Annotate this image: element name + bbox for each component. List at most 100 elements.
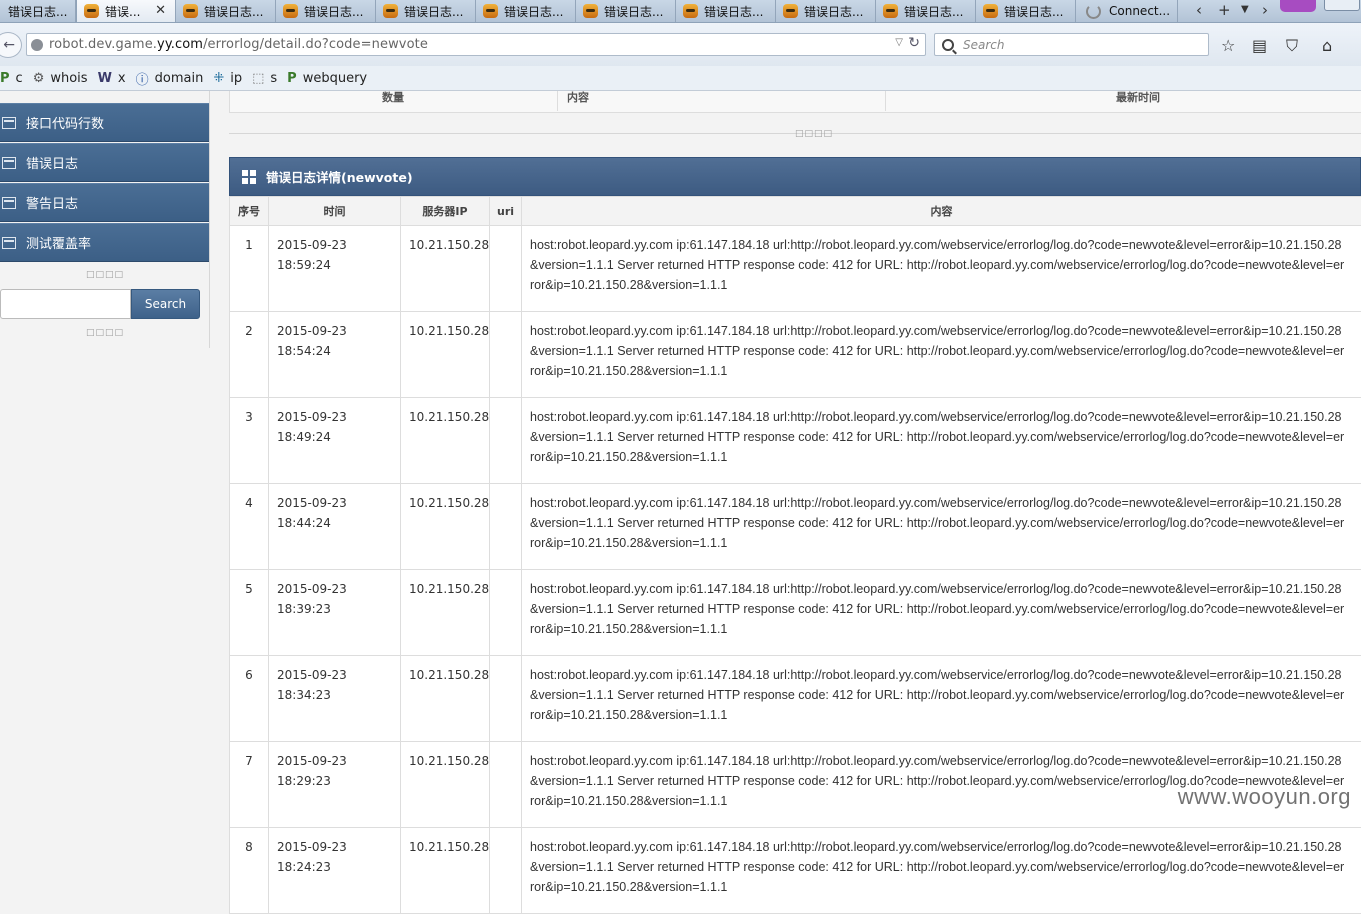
cell-index: 8 <box>230 828 269 914</box>
minimize-window-button[interactable] <box>1324 0 1360 11</box>
cell-content: host:robot.leopard.yy.com ip:61.147.184.… <box>522 398 1361 484</box>
sidebar-search-input[interactable] <box>0 289 131 319</box>
browser-tab[interactable]: 错误日志... <box>0 0 76 22</box>
cell-index: 1 <box>230 226 269 312</box>
favicon-icon <box>783 4 798 18</box>
sidebar-splitter-handle[interactable]: □□□□ <box>86 270 124 280</box>
summary-table-header: 数量 内容 最新时间 <box>229 91 1361 113</box>
bookmark-s[interactable]: ⬚s <box>252 71 277 86</box>
table-header-row: 序号 时间 服务器IP uri 内容 <box>230 197 1361 226</box>
sidebar-item-label: 接口代码行数 <box>26 113 104 132</box>
dotted-square-icon: ⬚ <box>252 71 264 86</box>
cell-server-ip: 10.21.150.28 <box>401 656 490 742</box>
panel-splitter-handle[interactable]: □□□□ <box>795 129 833 139</box>
tab-label: 错误日志... <box>804 3 863 20</box>
new-tab-button[interactable]: + <box>1218 1 1231 19</box>
p-letter-icon: P <box>0 71 10 86</box>
back-button[interactable]: ← <box>0 32 22 58</box>
pocket-icon[interactable]: ⛉ <box>1286 36 1298 56</box>
cell-uri <box>490 656 522 742</box>
sidebar-item-test-coverage[interactable]: 测试覆盖率 <box>0 223 209 262</box>
globe-icon <box>31 39 43 51</box>
cell-time: 2015-09-23 18:34:23 <box>269 656 401 742</box>
cell-server-ip: 10.21.150.28 <box>401 226 490 312</box>
browser-tab-bar: 错误日志... 错误... ✕ 错误日志... 错误日志... 错误日志... … <box>0 0 1361 23</box>
tab-label: 错误日志... <box>1004 3 1063 20</box>
list-icon <box>2 237 16 249</box>
sidebar-search-button[interactable]: Search <box>131 289 200 319</box>
loading-spinner-icon <box>1086 4 1101 19</box>
cell-time: 2015-09-23 18:54:24 <box>269 312 401 398</box>
tab-label: 错误日志... <box>504 3 563 20</box>
gear-icon: ⚙ <box>33 71 45 86</box>
cell-time: 2015-09-23 18:44:24 <box>269 484 401 570</box>
browser-tab-loading[interactable]: Connect... <box>1076 0 1178 22</box>
bookmark-c[interactable]: Pc <box>0 71 23 86</box>
navigation-toolbar: ← robot.dev.game.yy.com/errorlog/detail.… <box>0 23 1361 66</box>
tab-label: 错误日志... <box>904 3 963 20</box>
sidebar-splitter-handle[interactable]: □□□□ <box>86 328 124 338</box>
browser-tab-active[interactable]: 错误... ✕ <box>76 0 176 22</box>
sidebar-item-label: 测试覆盖率 <box>26 233 91 252</box>
favicon-icon <box>183 4 198 18</box>
bookmark-label: whois <box>50 71 87 86</box>
column-header-server-ip: 服务器IP <box>401 197 490 226</box>
browser-tab[interactable]: 错误日志... <box>676 0 776 22</box>
cell-server-ip: 10.21.150.28 <box>401 742 490 828</box>
cell-server-ip: 10.21.150.28 <box>401 828 490 914</box>
cell-content: host:robot.leopard.yy.com ip:61.147.184.… <box>522 570 1361 656</box>
tab-label: 错误日志... <box>304 3 363 20</box>
puzzle-icon: ⁜ <box>213 71 224 86</box>
url-domain: yy.com <box>157 37 203 52</box>
tab-label: 错误... <box>105 3 140 20</box>
sidebar-item-code-lines[interactable]: 接口代码行数 <box>0 103 209 142</box>
reload-icon[interactable]: ↻ <box>908 35 920 51</box>
tab-list-dropdown-icon[interactable]: ▼ <box>1241 4 1249 15</box>
panel-title: 错误日志详情(newvote) <box>266 167 413 186</box>
bookmark-ip[interactable]: ⁜ip <box>213 71 242 86</box>
cell-content: host:robot.leopard.yy.com ip:61.147.184.… <box>522 828 1361 914</box>
browser-tab[interactable]: 错误日志... <box>576 0 676 22</box>
tab-label: Connect... <box>1109 4 1170 18</box>
browser-tab[interactable]: 错误日志... <box>376 0 476 22</box>
bookmark-star-icon[interactable]: ☆ <box>1221 36 1235 55</box>
bookmark-whois[interactable]: ⚙ whois <box>33 71 88 86</box>
close-tab-icon[interactable]: ✕ <box>155 3 166 18</box>
bookmark-webquery[interactable]: Pwebquery <box>287 71 367 86</box>
sidebar-item-error-log[interactable]: 错误日志 <box>0 143 209 182</box>
bookmark-label: domain <box>155 71 204 86</box>
browser-tab[interactable]: 错误日志... <box>176 0 276 22</box>
browser-tab[interactable]: 错误日志... <box>876 0 976 22</box>
column-divider <box>557 91 558 111</box>
url-history-dropdown-icon[interactable]: ▽ <box>895 37 903 48</box>
url-bar[interactable]: robot.dev.game.yy.com/errorlog/detail.do… <box>26 33 926 56</box>
table-row: 6 2015-09-23 18:34:23 10.21.150.28 host:… <box>230 656 1361 742</box>
cell-uri <box>490 742 522 828</box>
cell-uri <box>490 226 522 312</box>
browser-tab[interactable]: 错误日志... <box>776 0 876 22</box>
sidebar: 接口代码行数 错误日志 警告日志 测试覆盖率 □□□□ Search □□□□ <box>0 91 210 348</box>
home-icon[interactable]: ⌂ <box>1322 36 1332 55</box>
url-text[interactable]: robot.dev.game.yy.com/errorlog/detail.do… <box>49 37 428 52</box>
favicon-icon <box>483 4 498 18</box>
bookmark-domain[interactable]: ⓘ domain <box>136 69 204 88</box>
browser-tab[interactable]: 错误日志... <box>976 0 1076 22</box>
favicon-icon <box>683 4 698 18</box>
cell-uri <box>490 312 522 398</box>
tab-scroll-left-icon[interactable]: ‹ <box>1196 1 1202 19</box>
tab-scroll-right-icon[interactable]: › <box>1262 1 1268 19</box>
browser-tab[interactable]: 错误日志... <box>276 0 376 22</box>
reading-list-icon[interactable]: ▤ <box>1252 36 1267 55</box>
info-icon: ⓘ <box>136 69 149 88</box>
bookmark-x[interactable]: Wx <box>98 71 126 86</box>
list-icon <box>2 117 16 129</box>
column-header-uri: uri <box>490 197 522 226</box>
sidebar-item-warning-log[interactable]: 警告日志 <box>0 183 209 222</box>
bookmarks-toolbar: Pc ⚙ whois Wx ⓘ domain ⁜ip ⬚s Pwebquery <box>0 66 1361 91</box>
favicon-icon <box>583 4 598 18</box>
panel-header: 错误日志详情(newvote) <box>229 157 1361 196</box>
browser-search-box[interactable]: Search <box>934 33 1209 56</box>
browser-tab[interactable]: 错误日志... <box>476 0 576 22</box>
sidebar-item-label: 警告日志 <box>26 193 78 212</box>
extension-menu-button[interactable] <box>1280 0 1316 12</box>
